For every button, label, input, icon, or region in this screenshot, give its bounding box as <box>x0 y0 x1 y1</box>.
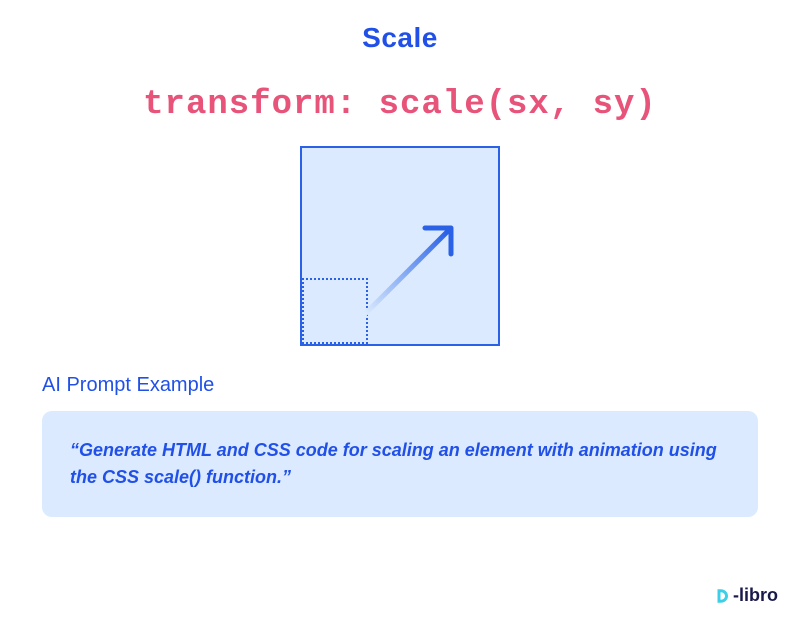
page-title: Scale <box>0 22 800 54</box>
d-icon <box>713 587 731 605</box>
scale-diagram <box>300 146 500 346</box>
section-label: AI Prompt Example <box>42 374 800 397</box>
prompt-box: “Generate HTML and CSS code for scaling … <box>42 411 758 517</box>
prompt-text: “Generate HTML and CSS code for scaling … <box>70 437 730 491</box>
arrow-icon <box>355 204 475 324</box>
code-snippet: transform: scale(sx, sy) <box>0 86 800 124</box>
logo-text: -libro <box>733 585 778 606</box>
brand-logo: -libro <box>713 585 778 606</box>
